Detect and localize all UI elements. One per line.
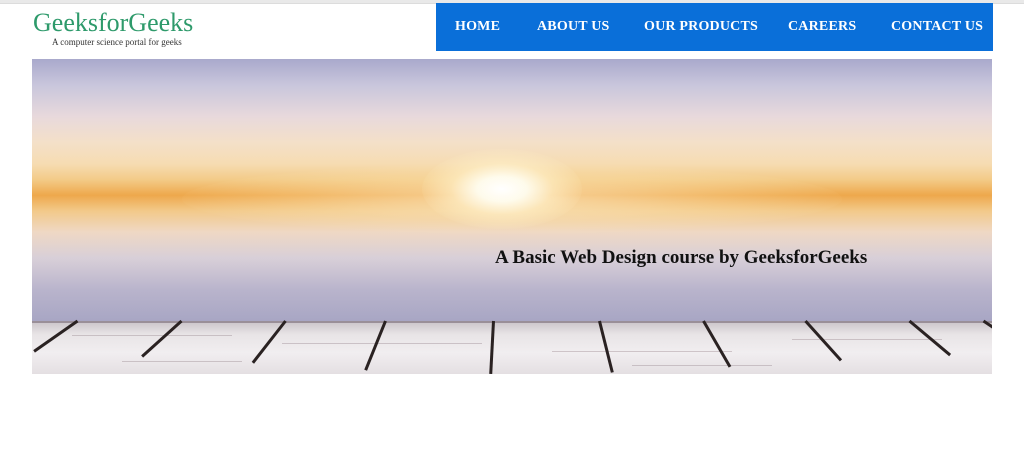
site-logo[interactable]: GeeksforGeeks A computer science portal … [33,8,223,48]
deck-plank-seam [489,320,495,374]
deck-grain [72,335,232,336]
nav-item-our-products[interactable]: OUR PRODUCTS [644,19,758,35]
wooden-deck-image [32,319,992,374]
sun-glow [422,149,582,229]
deck-plank-seam [804,319,843,362]
deck-grain [632,365,772,366]
deck-plank-seam [982,319,992,352]
deck-plank-seam [141,319,183,358]
deck-plank-seam [33,319,79,353]
hero-caption: A Basic Web Design course by GeeksforGee… [495,247,868,268]
nav-item-home[interactable]: HOME [455,19,500,35]
main-nav: HOME ABOUT US OUR PRODUCTS CAREERS CONTA… [436,3,993,51]
nav-item-contact-us[interactable]: CONTACT US [891,19,983,35]
hero-banner: A Basic Web Design course by GeeksforGee… [32,59,992,374]
deck-plank-seam [251,320,287,364]
deck-grain [282,343,482,344]
deck-plank-seam [598,320,614,373]
deck-grain [122,361,242,362]
logo-tagline: A computer science portal for geeks [52,37,182,47]
logo-title: GeeksforGeeks [33,8,194,37]
deck-grain [552,351,732,352]
nav-item-careers[interactable]: CAREERS [788,19,856,35]
deck-plank-seam [364,320,387,371]
deck-plank-seam [702,320,732,368]
nav-item-about-us[interactable]: ABOUT US [537,19,610,35]
hero-sky-image [32,59,992,321]
deck-grain [792,339,942,340]
